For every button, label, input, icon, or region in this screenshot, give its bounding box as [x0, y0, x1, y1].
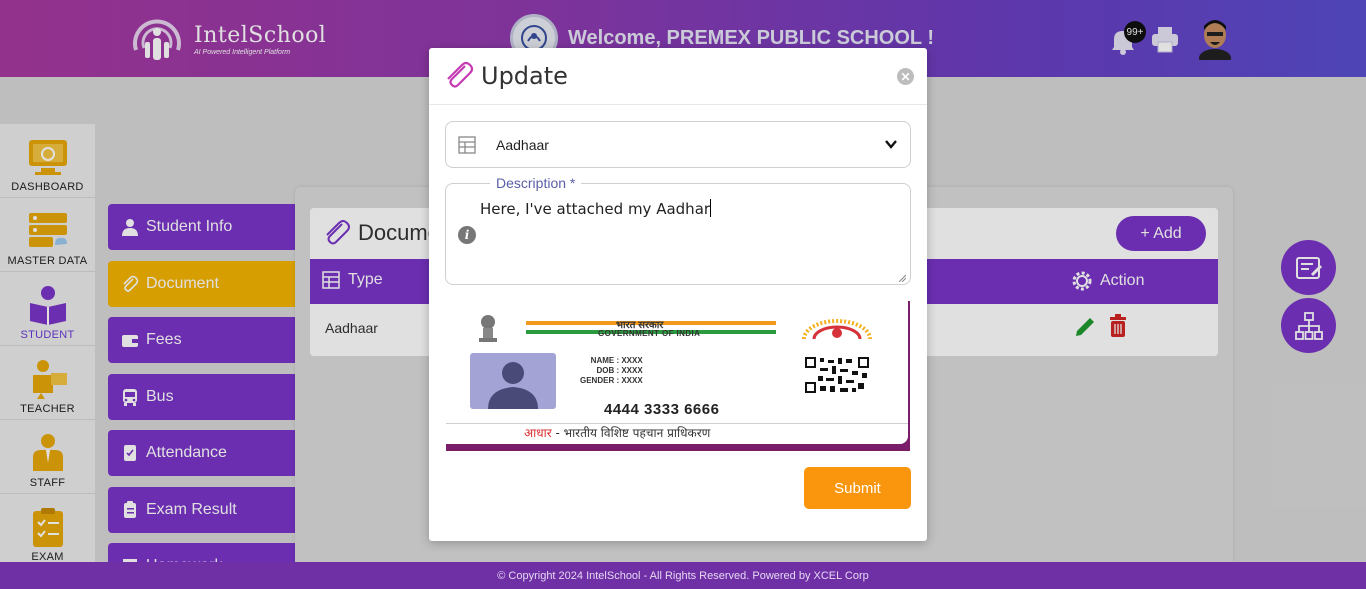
paperclip-icon [447, 61, 474, 88]
close-icon: ✕ [900, 69, 911, 84]
aadhaar-logo-icon [802, 319, 872, 340]
close-modal-button[interactable]: ✕ [897, 68, 914, 85]
document-type-value: Aadhaar [496, 136, 549, 153]
submit-button[interactable]: Submit [804, 467, 911, 509]
qr-code-icon [804, 356, 870, 394]
description-textarea[interactable]: Here, I've attached my Aadhar [480, 199, 712, 218]
national-emblem-icon [479, 315, 497, 342]
copyright-text: © Copyright 2024 IntelSchool - All Right… [497, 569, 869, 582]
chevron-down-icon [885, 140, 897, 149]
attached-document-preview: भारत सरकार GOVERNMENT OF INDIA NAME : XX… [446, 301, 910, 451]
info-icon: i [458, 226, 476, 244]
description-field[interactable]: Description * i Here, I've attached my A… [445, 175, 911, 285]
resize-handle-icon[interactable] [898, 274, 906, 282]
photo-placeholder [470, 353, 556, 409]
modal-title: Update [481, 62, 568, 90]
table-icon [458, 135, 476, 154]
update-document-modal: Update ✕ Aadhaar Description * i Here, I… [429, 48, 927, 541]
page-footer: © Copyright 2024 IntelSchool - All Right… [0, 562, 1366, 589]
description-label: Description * [490, 175, 582, 191]
document-type-select[interactable]: Aadhaar [445, 121, 911, 168]
aadhaar-number: 4444 3333 6666 [604, 401, 720, 418]
